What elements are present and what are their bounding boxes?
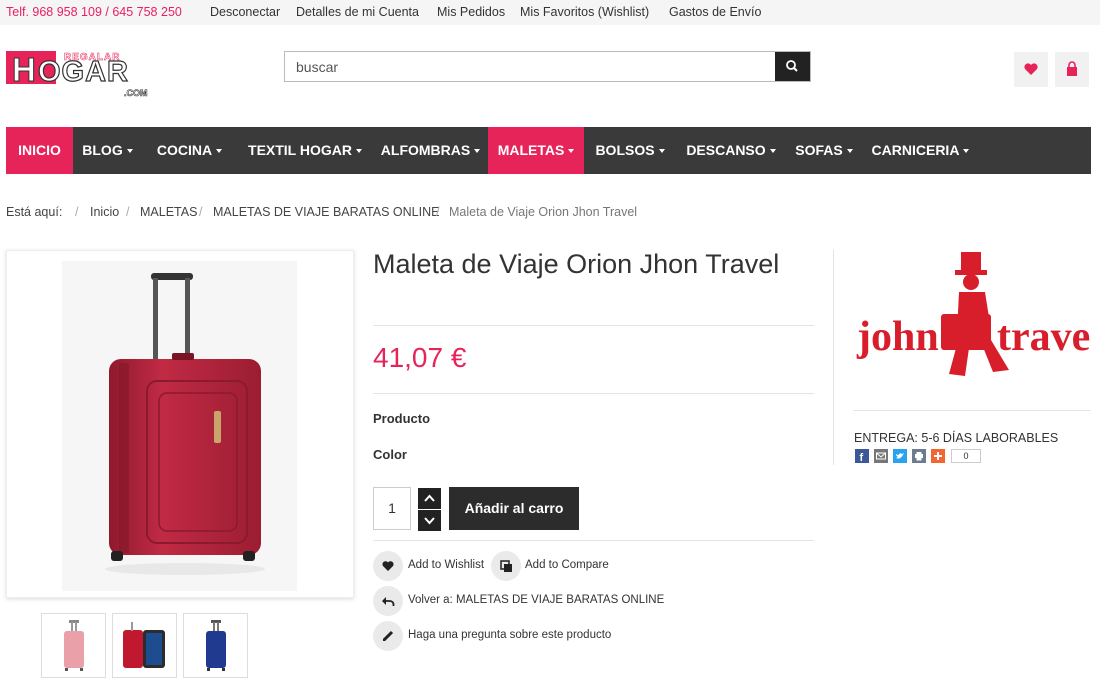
product-label: Producto — [373, 411, 431, 426]
wishlist-header-button[interactable] — [1014, 52, 1048, 87]
breadcrumb-category[interactable]: MALETAS DE VIAJE BARATAS ONLINE — [213, 205, 439, 219]
link-logout[interactable]: Desconectar — [210, 5, 280, 19]
plus-icon[interactable] — [931, 449, 945, 463]
add-to-wishlist-link[interactable]: Add to Wishlist — [408, 559, 484, 571]
chevron-down-icon — [846, 149, 853, 154]
twitter-icon[interactable] — [893, 449, 907, 463]
nav-item-textil-hogar[interactable]: TEXTIL HOGAR — [237, 127, 373, 174]
product-title: Maleta de Viaje Orion Jhon Travel — [373, 249, 780, 279]
chevron-down-icon — [474, 149, 481, 154]
svg-text:f: f — [860, 452, 864, 463]
search-bar — [284, 51, 811, 82]
brand-name-left: john — [856, 314, 939, 360]
divider — [853, 410, 1091, 411]
suitcase-thumbnail-blue — [206, 620, 226, 671]
link-account-details[interactable]: Detalles de mi Cuenta — [296, 5, 419, 19]
suitcase-thumbnail-pink — [64, 620, 84, 671]
product-thumbnail[interactable] — [183, 613, 248, 678]
cart-header-button[interactable] — [1055, 52, 1089, 87]
link-shipping[interactable]: Gastos de Envío — [669, 5, 761, 19]
chevron-down-icon — [424, 517, 435, 525]
chevron-down-icon — [216, 149, 223, 154]
nav-item-descanso[interactable]: DESCANSO — [676, 127, 786, 174]
bag-icon — [1067, 61, 1077, 76]
nav-item-cocina[interactable]: COCINA — [142, 127, 237, 174]
quantity-input[interactable]: 1 — [373, 487, 411, 530]
link-wishlist[interactable]: Mis Favoritos (Wishlist) — [520, 5, 649, 19]
divider — [373, 325, 814, 326]
suitcase-thumbnail-open — [123, 622, 165, 668]
breadcrumb-separator: / — [126, 205, 130, 219]
compare-icon — [500, 560, 512, 572]
svg-text:REGALAR: REGALAR — [64, 52, 120, 63]
breadcrumb-separator: / — [199, 205, 203, 219]
pencil-icon — [382, 630, 394, 642]
chevron-up-icon — [424, 494, 435, 502]
brand-name-right: travel — [997, 314, 1091, 360]
breadcrumb-separator: / — [436, 205, 440, 219]
phone-number: Telf. 968 958 109 / 645 758 250 — [6, 5, 182, 19]
nav-item-inicio[interactable]: INICIO — [6, 127, 73, 174]
svg-text:.COM: .COM — [124, 88, 148, 98]
quantity-increase-button[interactable] — [418, 488, 441, 509]
divider — [373, 540, 814, 541]
heart-icon — [1024, 63, 1038, 75]
breadcrumb-maletas[interactable]: MALETAS — [140, 205, 197, 219]
search-input[interactable] — [285, 52, 775, 81]
divider — [373, 393, 814, 394]
chevron-down-icon — [355, 149, 362, 154]
chevron-down-icon — [963, 149, 970, 154]
sidebar-divider — [833, 250, 834, 465]
reply-arrow-icon — [382, 597, 395, 606]
back-action-button[interactable] — [373, 586, 403, 616]
question-action-button[interactable] — [373, 621, 403, 651]
color-label: Color — [373, 447, 407, 462]
site-logo[interactable]: H OGAR REGALAR .COM — [6, 48, 166, 100]
print-icon[interactable] — [912, 449, 926, 463]
share-count: 0 — [951, 449, 981, 463]
link-orders[interactable]: Mis Pedidos — [437, 5, 505, 19]
heart-icon — [382, 561, 394, 571]
nav-item-maletas[interactable]: MALETAS — [488, 127, 584, 174]
add-to-cart-button[interactable]: Añadir al carro — [449, 487, 579, 530]
breadcrumb-current: Maleta de Viaje Orion Jhon Travel — [449, 205, 638, 219]
add-to-compare-link[interactable]: Add to Compare — [525, 559, 609, 571]
chevron-down-icon — [126, 149, 133, 154]
chevron-down-icon — [658, 149, 665, 154]
breadcrumb-home[interactable]: Inicio — [90, 205, 119, 219]
quantity-decrease-button[interactable] — [418, 510, 441, 531]
main-navigation: INICIO BLOG COCINA TEXTIL HOGAR ALFOMBRA… — [6, 127, 1091, 174]
nav-item-carniceria[interactable]: CARNICERIA — [862, 127, 979, 174]
ask-question-link[interactable]: Haga una pregunta sobre este producto — [408, 629, 611, 641]
breadcrumb-prefix: Está aquí: — [6, 205, 63, 219]
back-to-category-link[interactable]: Volver a: MALETAS DE VIAJE BARATAS ONLIN… — [408, 594, 664, 606]
chevron-down-icon — [568, 149, 575, 154]
nav-item-blog[interactable]: BLOG — [73, 127, 142, 174]
compare-action-button[interactable] — [491, 551, 521, 581]
search-button[interactable] — [775, 52, 810, 81]
email-icon[interactable] — [874, 449, 888, 463]
search-icon — [786, 60, 798, 72]
delivery-info: ENTREGA: 5-6 DÍAS LABORABLES — [854, 431, 1059, 445]
facebook-icon[interactable]: f — [855, 449, 869, 464]
top-bar: Telf. 968 958 109 / 645 758 250 Desconec… — [0, 0, 1100, 25]
breadcrumb-separator: / — [75, 205, 79, 219]
nav-item-alfombras[interactable]: ALFOMBRAS — [373, 127, 488, 174]
product-main-image[interactable] — [6, 250, 354, 598]
nav-item-bolsos[interactable]: BOLSOS — [584, 127, 676, 174]
product-thumbnail[interactable] — [112, 613, 177, 678]
product-thumbnail[interactable] — [41, 613, 106, 678]
product-price: 41,07 € — [373, 342, 467, 373]
brand-logo[interactable]: john travel — [853, 252, 1100, 392]
chevron-down-icon — [769, 149, 776, 154]
svg-text:H: H — [12, 51, 36, 88]
suitcase-image — [62, 261, 297, 591]
wishlist-action-button[interactable] — [373, 551, 403, 581]
nav-item-sofas[interactable]: SOFAS — [786, 127, 862, 174]
